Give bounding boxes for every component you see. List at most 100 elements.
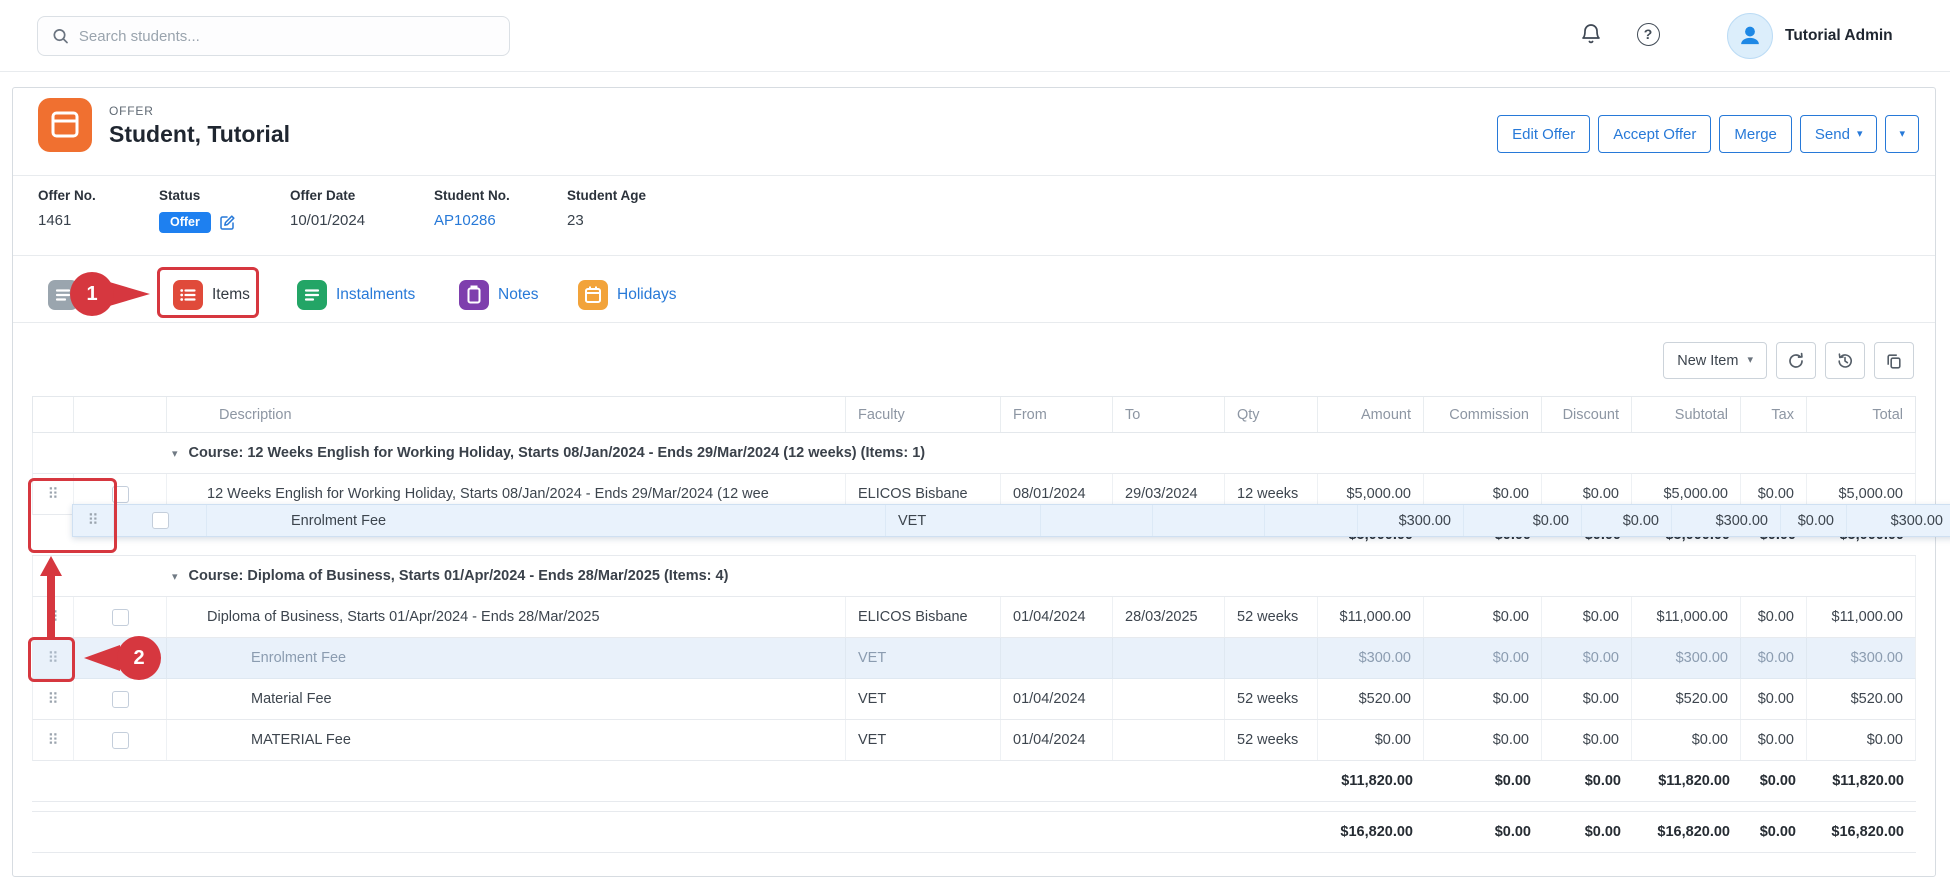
total-commission: $0.00 <box>1425 761 1543 801</box>
cell-faculty: VET <box>886 505 1041 536</box>
cell-amount: $520.00 <box>1318 679 1424 719</box>
header-actions: Edit Offer Accept Offer Merge Send▾ ▾ <box>1497 115 1919 153</box>
annotation-step-2-pointer <box>84 645 120 671</box>
header-tax: Tax <box>1741 397 1807 432</box>
grand-total-amount: $16,820.00 <box>1319 812 1425 852</box>
header-checkbox-spacer <box>74 397 167 432</box>
copy-button[interactable] <box>1874 342 1914 379</box>
avatar[interactable] <box>1727 13 1773 59</box>
tab-holidays[interactable]: Holidays <box>578 278 676 312</box>
accept-offer-button[interactable]: Accept Offer <box>1598 115 1711 153</box>
cell-commission: $0.00 <box>1464 505 1582 536</box>
cell-description: MATERIAL Fee <box>167 720 846 760</box>
row-checkbox[interactable] <box>112 732 129 749</box>
status-field: Status Offer <box>159 188 236 233</box>
cell-total: $11,000.00 <box>1807 597 1915 637</box>
notifications-button[interactable] <box>1573 16 1609 52</box>
drag-handle-cell[interactable]: ⠿ <box>33 679 74 719</box>
copy-icon <box>1885 352 1903 370</box>
collapse-caret-icon[interactable]: ▾ <box>172 570 178 583</box>
course-group-title: Course: Diploma of Business, Starts 01/A… <box>189 568 729 584</box>
cell-description: Enrolment Fee <box>207 505 886 536</box>
items-table: Description Faculty From To Qty Amount C… <box>32 396 1916 853</box>
total-total: $11,820.00 <box>1808 761 1916 801</box>
tab-notes-label: Notes <box>498 286 539 304</box>
item-row-enrolment-fee-ghost: ⠿ Enrolment Fee VET $300.00 $0.00 $0.00 … <box>32 638 1916 679</box>
page-title: Student, Tutorial <box>109 121 290 148</box>
cell-to <box>1153 505 1265 536</box>
cell-faculty: VET <box>846 638 1001 678</box>
history-button[interactable] <box>1825 342 1865 379</box>
offer-record-icon <box>38 98 92 157</box>
cell-commission: $0.00 <box>1424 597 1542 637</box>
cell-commission: $0.00 <box>1424 679 1542 719</box>
cell-subtotal: $520.00 <box>1632 679 1741 719</box>
cell-qty: 52 weeks <box>1225 720 1318 760</box>
tab-notes[interactable]: Notes <box>459 278 539 312</box>
cell-tax: $0.00 <box>1781 505 1847 536</box>
grand-total-commission: $0.00 <box>1425 812 1543 852</box>
merge-button[interactable]: Merge <box>1719 115 1792 153</box>
refresh-button[interactable] <box>1776 342 1816 379</box>
status-badge: Offer <box>159 212 211 233</box>
cell-faculty: ELICOS Bisbane <box>846 597 1001 637</box>
row-checkbox[interactable] <box>152 512 169 529</box>
grand-total-total: $16,820.00 <box>1808 812 1916 852</box>
total-subtotal: $11,820.00 <box>1633 761 1742 801</box>
new-item-button[interactable]: New Item▾ <box>1663 342 1767 379</box>
help-button[interactable]: ? <box>1630 16 1666 52</box>
divider <box>13 255 1935 256</box>
instalments-icon <box>297 280 327 310</box>
divider <box>13 175 1935 176</box>
cell-discount: $0.00 <box>1582 505 1672 536</box>
cell-to <box>1113 720 1225 760</box>
row-checkbox[interactable] <box>112 609 129 626</box>
collapse-caret-icon[interactable]: ▾ <box>172 447 178 460</box>
cell-amount: $0.00 <box>1318 720 1424 760</box>
cell-qty <box>1265 505 1358 536</box>
refresh-icon <box>1787 352 1805 370</box>
header-commission: Commission <box>1424 397 1542 432</box>
help-icon: ? <box>1637 23 1660 46</box>
cell-description: Material Fee <box>167 679 846 719</box>
header-faculty: Faculty <box>846 397 1001 432</box>
student-no-link[interactable]: AP10286 <box>434 212 496 229</box>
row-checkbox[interactable] <box>112 691 129 708</box>
header-from: From <box>1001 397 1113 432</box>
offer-panel: OFFER Student, Tutorial Edit Offer Accep… <box>12 87 1936 877</box>
group-2-totals-row: $11,820.00 $0.00 $0.00 $11,820.00 $0.00 … <box>32 761 1916 802</box>
cell-to <box>1113 638 1225 678</box>
edit-offer-button[interactable]: Edit Offer <box>1497 115 1590 153</box>
cell-faculty: VET <box>846 679 1001 719</box>
cell-to: 28/03/2025 <box>1113 597 1225 637</box>
cell-subtotal: $300.00 <box>1632 638 1741 678</box>
cell-subtotal: $0.00 <box>1632 720 1741 760</box>
offer-no-field: Offer No. 1461 <box>38 188 96 229</box>
search-input[interactable] <box>79 28 495 45</box>
drag-handle-cell[interactable]: ⠿ <box>33 720 74 760</box>
cell-discount: $0.00 <box>1542 720 1632 760</box>
cell-subtotal: $11,000.00 <box>1632 597 1741 637</box>
cell-qty <box>1225 638 1318 678</box>
drag-handle-icon: ⠿ <box>48 692 59 707</box>
cell-commission: $0.00 <box>1424 720 1542 760</box>
cell-total: $520.00 <box>1807 679 1915 719</box>
student-age-value: 23 <box>567 212 646 229</box>
cell-discount: $0.00 <box>1542 597 1632 637</box>
app-screen: ? Tutorial Admin OFFER Student, Tutorial… <box>0 0 1950 895</box>
search-box[interactable] <box>37 16 510 56</box>
chevron-down-icon: ▾ <box>1899 129 1905 140</box>
student-age-field: Student Age 23 <box>567 188 646 229</box>
cell-to <box>1113 679 1225 719</box>
edit-status-button[interactable] <box>219 214 236 231</box>
offer-date-value: 10/01/2024 <box>290 212 365 229</box>
table-gap <box>32 802 1916 811</box>
more-actions-button[interactable]: ▾ <box>1885 115 1919 153</box>
header-discount: Discount <box>1542 397 1632 432</box>
cell-amount: $300.00 <box>1318 638 1424 678</box>
cell-from: 01/04/2024 <box>1001 597 1113 637</box>
send-button[interactable]: Send▾ <box>1800 115 1878 153</box>
tab-instalments[interactable]: Instalments <box>297 278 415 312</box>
item-row-course-2: ⠿ Diploma of Business, Starts 01/Apr/202… <box>32 597 1916 638</box>
cell-qty: 52 weeks <box>1225 597 1318 637</box>
